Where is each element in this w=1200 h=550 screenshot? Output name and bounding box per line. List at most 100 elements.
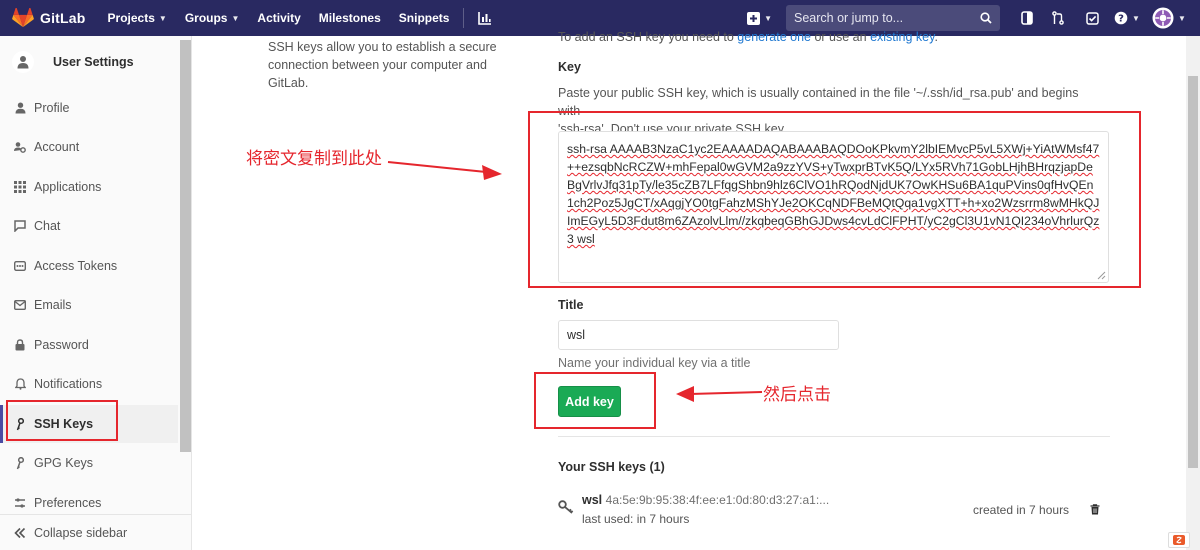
chevron-down-icon: ▼: [1132, 13, 1140, 23]
sidebar-item-profile[interactable]: Profile: [0, 89, 178, 127]
nav-activity[interactable]: Activity: [257, 11, 300, 25]
sidebar-item-label: Access Tokens: [34, 259, 118, 273]
search-icon: [980, 12, 992, 24]
nav-groups-label: Groups: [184, 11, 228, 25]
sidebar-item-gpg-keys[interactable]: GPG Keys: [0, 444, 178, 482]
sidebar-title: User Settings: [53, 55, 134, 69]
todo-check-icon: [1085, 11, 1099, 25]
sidebar-item-label: Applications: [34, 180, 102, 194]
add-key-instructions: To add an SSH key you need to generate o…: [558, 30, 938, 44]
title-help-text: Name your individual key via a title: [558, 356, 751, 370]
sidebar-scrollbar[interactable]: [180, 40, 191, 452]
key-label: Key: [558, 60, 581, 74]
applications-icon: [14, 181, 26, 193]
lock-icon: [14, 339, 26, 351]
profile-icon: [14, 102, 26, 114]
user-icon: [12, 51, 34, 73]
nav-projects[interactable]: Projects ▼: [108, 11, 167, 25]
merge-request-icon: [1052, 11, 1064, 25]
sidebar-item-chat[interactable]: Chat: [0, 207, 178, 245]
email-icon: [14, 299, 26, 311]
help-icon: ?: [1114, 11, 1128, 25]
chevron-down-icon: ▼: [231, 13, 240, 23]
ssh-key-title: wsl: [582, 493, 603, 507]
annotation-paste-here: 将密文复制到此处: [246, 149, 382, 169]
token-icon: [14, 260, 26, 272]
merge-requests-button[interactable]: [1040, 0, 1076, 36]
ssh-key-fingerprint: 4a:5e:9b:95:38:4f:ee:e1:0d:80:d3:27:a1:.…: [605, 493, 830, 507]
ssh-key-row[interactable]: wsl 4a:5e:9b:95:38:4f:ee:e1:0d:80:d3:27:…: [558, 488, 1110, 534]
chat-icon: [14, 220, 26, 232]
your-ssh-keys-heading: Your SSH keys (1): [558, 460, 665, 474]
title-label: Title: [558, 298, 584, 312]
section-divider: [558, 436, 1110, 437]
sidebar-toggle-icon: [1021, 11, 1033, 25]
sidebar-item-label: Account: [34, 140, 80, 154]
user-menu[interactable]: ▼: [1146, 0, 1192, 36]
key-icon: [14, 456, 26, 469]
nav-snippets-label: Snippets: [398, 11, 450, 25]
sidebar-item-label: Chat: [34, 219, 61, 233]
collapse-sidebar-label: Collapse sidebar: [34, 525, 128, 540]
sidebar-item-label: Notifications: [34, 377, 103, 391]
settings-sidebar: User Settings Profile Account Applicatio…: [0, 36, 192, 550]
ssh-keys-highlight-box: [6, 400, 118, 441]
add-key-highlight-box: [534, 372, 656, 429]
sidebar-toggle-button[interactable]: [1014, 0, 1040, 36]
key-textarea-highlight-box: [528, 111, 1141, 288]
sidebar-item-account[interactable]: Account: [0, 128, 178, 166]
plus-icon: [747, 11, 761, 25]
sidebar-item-access-tokens[interactable]: Access Tokens: [0, 247, 178, 285]
main-scrollbar-thumb[interactable]: [1188, 76, 1198, 468]
nav-groups[interactable]: Groups ▼: [185, 11, 240, 25]
sidebar-item-applications[interactable]: Applications: [0, 168, 178, 206]
title-input[interactable]: [558, 320, 839, 350]
search-box[interactable]: [786, 5, 1000, 31]
sidebar-item-label: Emails: [34, 298, 72, 312]
sidebar-item-label: GPG Keys: [34, 456, 94, 470]
nav-activity-label: Activity: [257, 11, 301, 25]
preferences-icon: [14, 497, 26, 509]
search-input[interactable]: [794, 11, 980, 25]
bell-icon: [14, 378, 26, 390]
chevron-down-icon: ▼: [158, 13, 167, 23]
nav-menu: Projects ▼ Groups ▼ Activity Milestones Sn…: [108, 8, 493, 28]
sidebar-header[interactable]: User Settings: [0, 36, 191, 88]
nav-milestones[interactable]: Milestones: [319, 11, 381, 25]
sidebar-item-label: Password: [34, 338, 89, 352]
existing-key-link[interactable]: existing key: [870, 30, 934, 44]
sidebar-item-emails[interactable]: Emails: [0, 286, 178, 324]
gitlab-logo-icon: [12, 8, 34, 28]
ssh-intro-text: SSH keys allow you to establish a secure…: [268, 40, 497, 90]
chevron-down-icon: ▼: [764, 13, 772, 23]
ssh-key-created: created in 7 hours: [973, 503, 1070, 517]
trash-icon[interactable]: [1090, 504, 1100, 515]
nav-snippets[interactable]: Snippets: [399, 11, 450, 25]
instructions-text: .: [934, 30, 938, 44]
user-avatar-icon: [1152, 7, 1174, 29]
watermark-badge-icon: [1168, 532, 1190, 548]
key-icon: [558, 500, 574, 514]
annotation-then-click: 然后点击: [763, 385, 831, 405]
nav-milestones-label: Milestones: [318, 11, 381, 25]
arrow-right-icon: [387, 161, 502, 180]
brand[interactable]: GitLab: [12, 8, 86, 28]
collapse-sidebar-button[interactable]: Collapse sidebar: [0, 514, 191, 550]
brand-name: GitLab: [40, 10, 86, 26]
svg-text:?: ?: [1118, 14, 1124, 25]
chart-icon[interactable]: [478, 11, 492, 25]
generate-one-link[interactable]: generate one: [737, 30, 811, 44]
chevron-down-icon: ▼: [1178, 13, 1186, 23]
double-chevron-left-icon: [14, 527, 26, 538]
account-icon: [14, 141, 26, 153]
sidebar-item-password[interactable]: Password: [0, 326, 178, 364]
todos-button[interactable]: [1076, 0, 1108, 36]
sidebar-item-label: Profile: [34, 101, 70, 115]
help-dropdown[interactable]: ? ▼: [1108, 0, 1146, 36]
ssh-key-last-used: last used: in 7 hours: [582, 512, 690, 526]
sidebar-item-notifications[interactable]: Notifications: [0, 365, 178, 403]
instructions-text: or use an: [810, 30, 871, 44]
ssh-key-name[interactable]: wsl 4a:5e:9b:95:38:4f:ee:e1:0d:80:d3:27:…: [582, 493, 829, 507]
nav-projects-label: Projects: [107, 11, 155, 25]
arrow-left-icon: [676, 386, 763, 402]
